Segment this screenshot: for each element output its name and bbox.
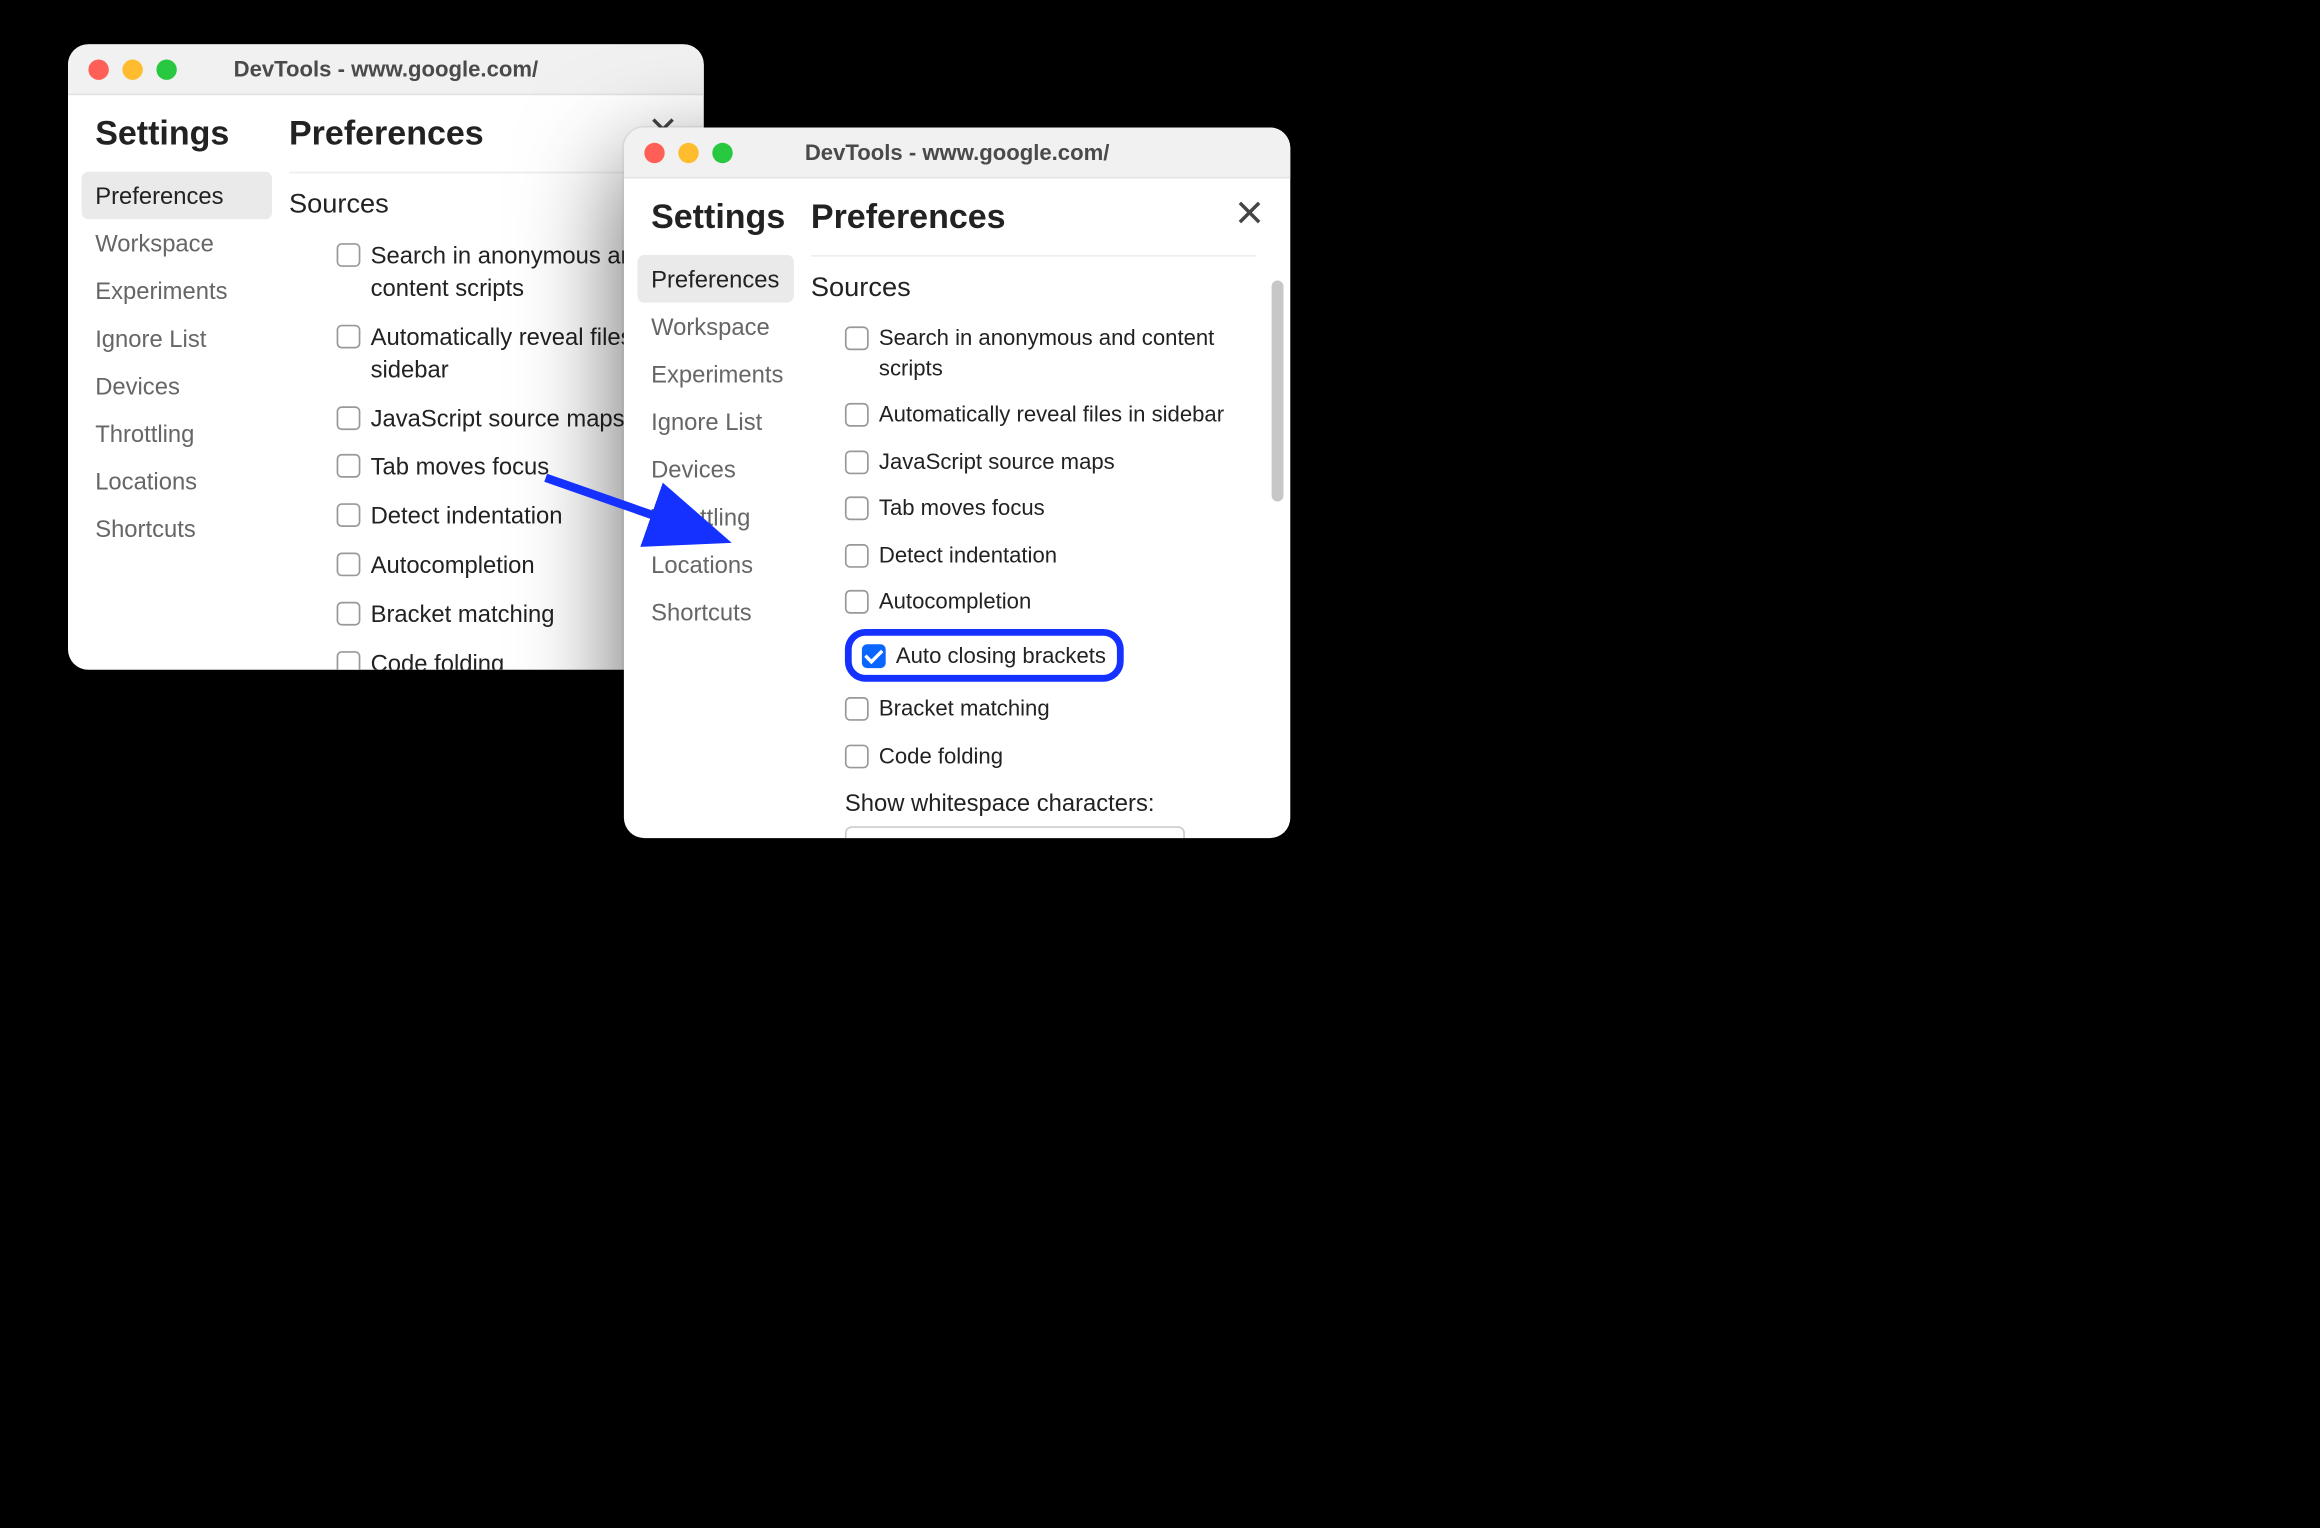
sidebar-item-shortcuts[interactable]: Shortcuts: [638, 588, 794, 636]
traffic-lights: [68, 59, 177, 79]
preferences-title: Preferences: [289, 109, 670, 174]
sidebar-item-ignore-list[interactable]: Ignore List: [82, 315, 272, 363]
minimize-window-button[interactable]: [122, 59, 142, 79]
option-label: Automatically reveal files in sidebar: [879, 400, 1224, 430]
option-label: JavaScript source maps: [371, 402, 625, 434]
option-label: Code folding: [879, 741, 1003, 771]
zoom-window-button[interactable]: [156, 59, 176, 79]
sidebar-item-ignore-list[interactable]: Ignore List: [638, 398, 794, 446]
traffic-lights: [624, 142, 733, 162]
sidebar-item-workspace[interactable]: Workspace: [638, 303, 794, 351]
checkbox[interactable]: [337, 324, 361, 348]
scrollbar[interactable]: [1272, 247, 1284, 822]
sidebar-item-preferences[interactable]: Preferences: [638, 255, 794, 303]
sidebar-item-locations[interactable]: Locations: [638, 541, 794, 589]
checkbox[interactable]: [845, 590, 869, 614]
option-label: Bracket matching: [879, 694, 1050, 724]
titlebar[interactable]: DevTools - www.google.com/: [624, 128, 1290, 179]
checkbox[interactable]: [845, 403, 869, 427]
option-label: Auto closing brackets: [896, 641, 1106, 671]
option-label: Tab moves focus: [371, 451, 550, 483]
sidebar-title: Settings: [638, 192, 794, 255]
whitespace-field-label: Show whitespace characters:: [811, 790, 1256, 817]
scrollbar-thumb[interactable]: [1272, 281, 1284, 502]
sources-section-title: Sources: [811, 257, 1256, 315]
option-label: Bracket matching: [371, 599, 555, 631]
sidebar-item-experiments[interactable]: Experiments: [82, 267, 272, 315]
checkbox[interactable]: [337, 243, 361, 267]
option-label: Code folding: [371, 648, 505, 670]
checkbox[interactable]: [845, 450, 869, 474]
sidebar-item-throttling[interactable]: Throttling: [82, 410, 272, 458]
sidebar-item-workspace[interactable]: Workspace: [82, 219, 272, 267]
sidebar-item-devices[interactable]: Devices: [82, 362, 272, 410]
option-label: JavaScript source maps: [879, 446, 1115, 476]
highlighted-option: Auto closing brackets: [845, 629, 1123, 683]
sidebar-item-preferences[interactable]: Preferences: [82, 172, 272, 220]
sidebar-item-throttling[interactable]: Throttling: [638, 493, 794, 541]
checkbox[interactable]: [845, 326, 869, 350]
option-label: Autocompletion: [371, 549, 535, 581]
zoom-window-button[interactable]: [712, 142, 732, 162]
settings-sidebar: Settings PreferencesWorkspaceExperiments…: [624, 179, 794, 839]
checkbox[interactable]: [845, 744, 869, 768]
preferences-title: Preferences: [811, 192, 1256, 257]
checkbox[interactable]: [845, 497, 869, 521]
checkbox[interactable]: [862, 644, 886, 668]
minimize-window-button[interactable]: [678, 142, 698, 162]
checkbox[interactable]: [337, 406, 361, 430]
devtools-window-after: DevTools - www.google.com/ Settings Pref…: [624, 128, 1290, 839]
checkbox[interactable]: [337, 553, 361, 577]
close-window-button[interactable]: [644, 142, 664, 162]
sidebar-item-shortcuts[interactable]: Shortcuts: [82, 505, 272, 553]
checkbox[interactable]: [337, 651, 361, 670]
option-label: Detect indentation: [371, 500, 563, 532]
sidebar-title: Settings: [82, 109, 272, 172]
sidebar-item-locations[interactable]: Locations: [82, 457, 272, 505]
checkbox[interactable]: [337, 504, 361, 528]
sidebar-item-experiments[interactable]: Experiments: [638, 350, 794, 398]
devtools-window-before: DevTools - www.google.com/ Settings Pref…: [68, 44, 704, 670]
option-label: Tab moves focus: [879, 493, 1045, 523]
checkbox[interactable]: [845, 698, 869, 722]
option-label: Search in anonymous and content scripts: [879, 323, 1256, 383]
whitespace-select[interactable]: None: [845, 827, 1185, 838]
titlebar[interactable]: DevTools - www.google.com/: [68, 44, 704, 95]
checkbox[interactable]: [337, 455, 361, 479]
sources-section-title: Sources: [289, 173, 670, 231]
option-label: Autocompletion: [879, 587, 1031, 617]
settings-sidebar: Settings PreferencesWorkspaceExperiments…: [68, 95, 272, 670]
sidebar-item-devices[interactable]: Devices: [638, 445, 794, 493]
checkbox[interactable]: [845, 544, 869, 568]
settings-preferences-panel: Preferences Sources Search in anonymous …: [794, 179, 1290, 839]
checkbox[interactable]: [337, 602, 361, 626]
close-window-button[interactable]: [88, 59, 108, 79]
option-label: Detect indentation: [879, 540, 1057, 570]
